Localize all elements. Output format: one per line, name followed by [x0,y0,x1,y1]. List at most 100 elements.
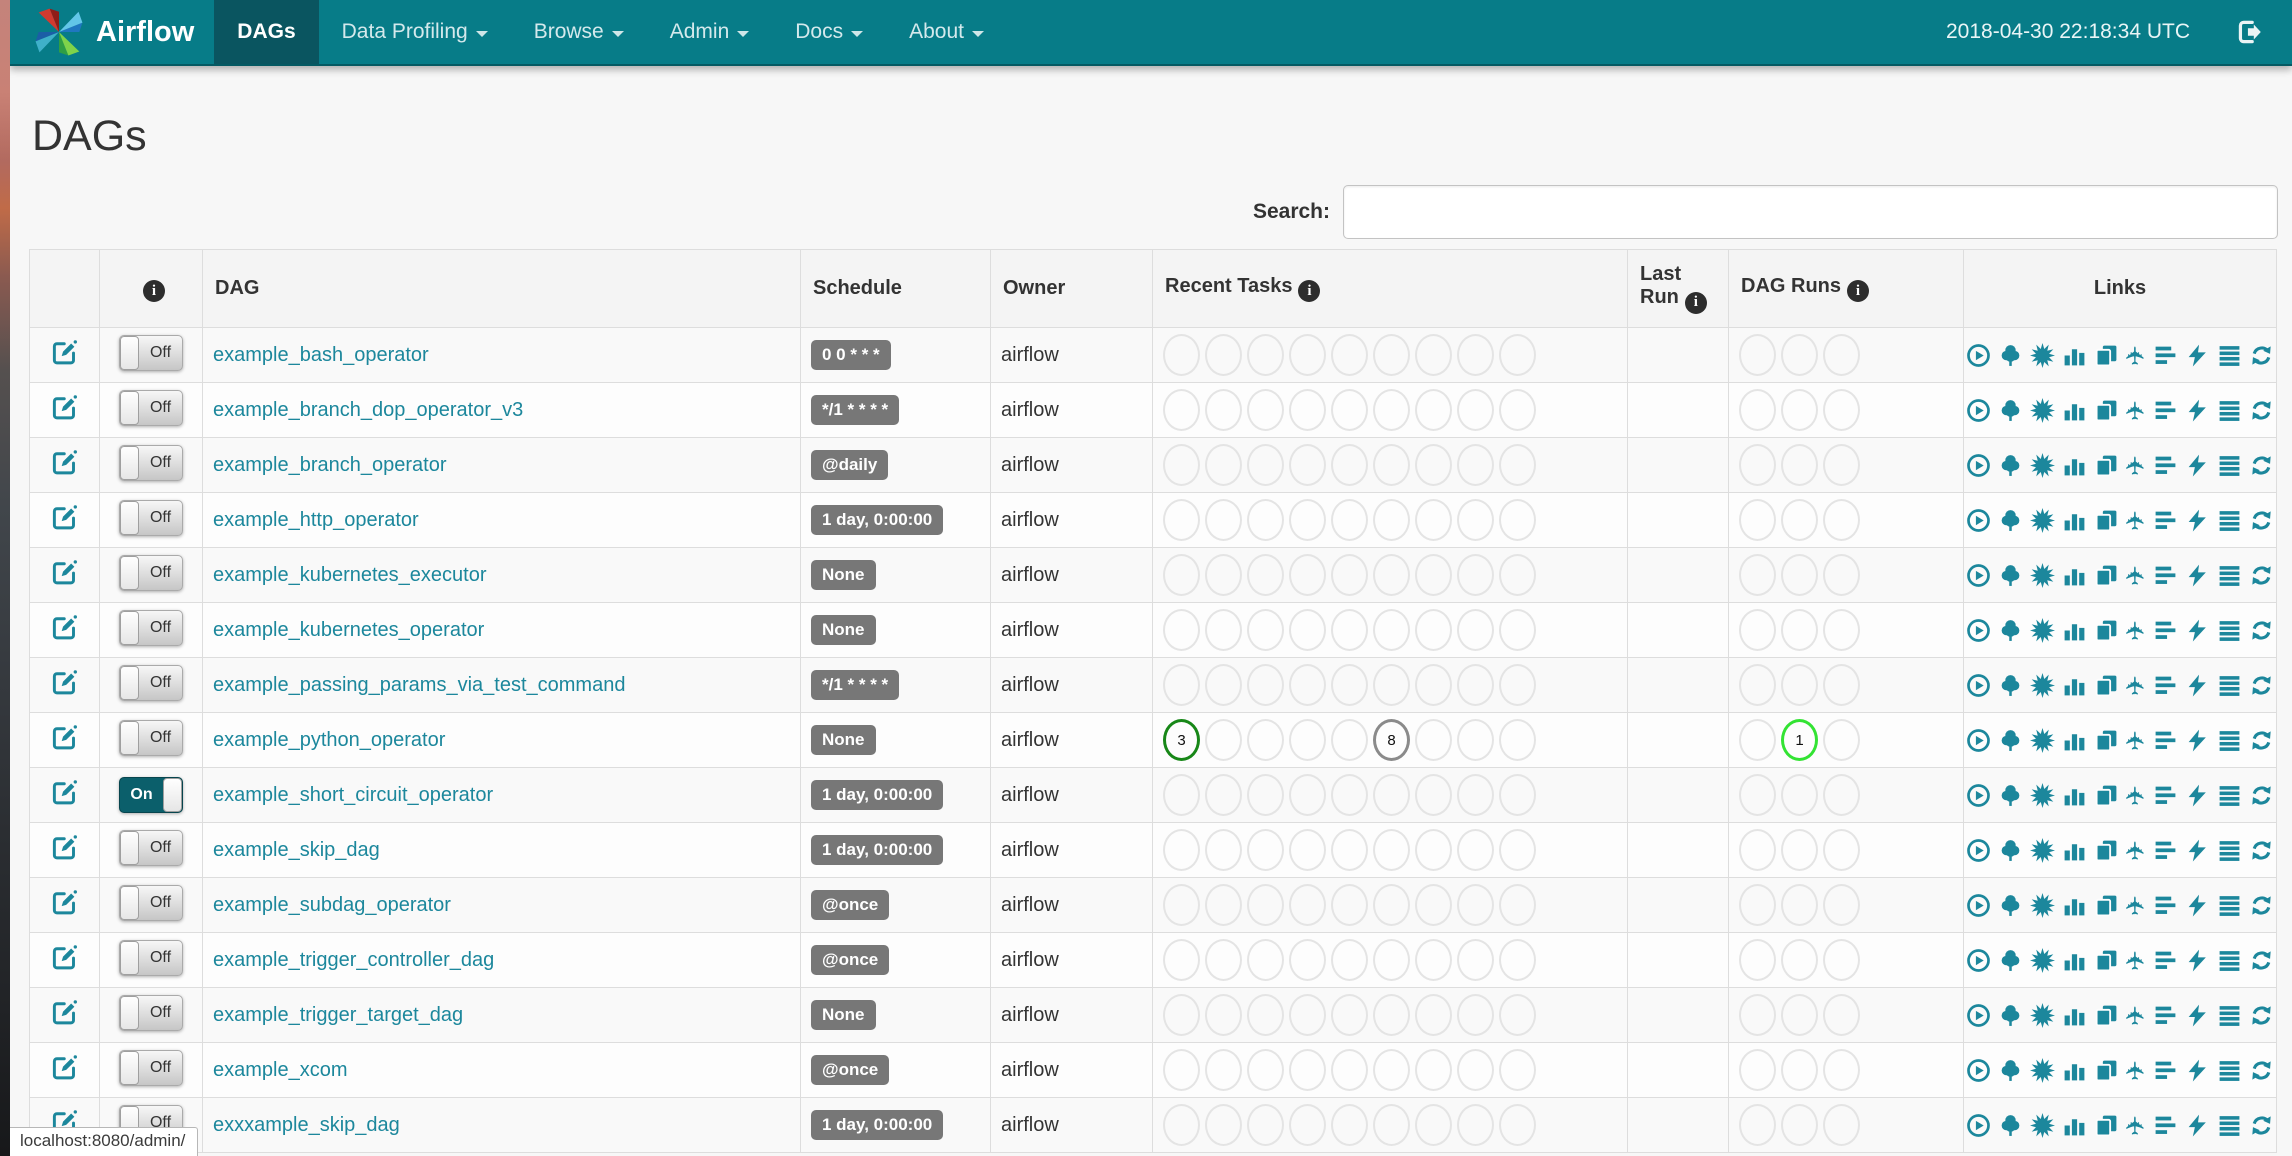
landing-times-icon[interactable]: ✈ [2122,895,2150,916]
logs-icon[interactable] [2217,673,2242,698]
dag-pause-toggle[interactable]: Off [119,389,183,426]
tree-view-icon[interactable] [1998,838,2023,863]
task-duration-icon[interactable] [2062,1113,2087,1138]
landing-times-icon[interactable]: ✈ [2122,1005,2150,1026]
trigger-dag-icon[interactable] [1966,1003,1991,1028]
task-tries-icon[interactable] [2094,1113,2119,1138]
edit-dag-icon[interactable] [51,504,78,531]
code-icon[interactable] [2185,783,2210,808]
task-duration-icon[interactable] [2062,453,2087,478]
trigger-dag-icon[interactable] [1966,893,1991,918]
gantt-icon[interactable] [2153,948,2178,973]
dag-pause-toggle[interactable]: Off [119,829,183,866]
dag-link[interactable]: example_branch_operator [213,454,447,476]
tree-view-icon[interactable] [1998,948,2023,973]
task-duration-icon[interactable] [2062,1003,2087,1028]
task-tries-icon[interactable] [2094,343,2119,368]
code-icon[interactable] [2185,508,2210,533]
dag-link[interactable]: example_python_operator [213,729,445,751]
nav-item-dags[interactable]: DAGs [214,0,319,64]
refresh-icon[interactable] [2249,893,2274,918]
nav-item-admin[interactable]: Admin [647,0,773,64]
landing-times-icon[interactable]: ✈ [2122,950,2150,971]
info-icon[interactable] [143,280,165,303]
task-duration-icon[interactable] [2062,508,2087,533]
search-input[interactable] [1343,185,2278,239]
edit-dag-icon[interactable] [51,394,78,421]
logs-icon[interactable] [2217,728,2242,753]
trigger-dag-icon[interactable] [1966,783,1991,808]
trigger-dag-icon[interactable] [1966,508,1991,533]
task-tries-icon[interactable] [2094,673,2119,698]
logs-icon[interactable] [2217,508,2242,533]
logs-icon[interactable] [2217,1003,2242,1028]
tree-view-icon[interactable] [1998,453,2023,478]
trigger-dag-icon[interactable] [1966,948,1991,973]
code-icon[interactable] [2185,1113,2210,1138]
task-duration-icon[interactable] [2062,948,2087,973]
task-duration-icon[interactable] [2062,728,2087,753]
edit-dag-icon[interactable] [51,614,78,641]
dag-pause-toggle[interactable]: Off [119,994,183,1031]
edit-dag-icon[interactable] [51,1054,78,1081]
landing-times-icon[interactable]: ✈ [2122,620,2150,641]
trigger-dag-icon[interactable] [1966,728,1991,753]
task-duration-icon[interactable] [2062,893,2087,918]
edit-dag-icon[interactable] [51,669,78,696]
gantt-icon[interactable] [2153,838,2178,863]
logs-icon[interactable] [2217,453,2242,478]
task-state-circle[interactable]: 3 [1163,719,1200,761]
task-duration-icon[interactable] [2062,618,2087,643]
trigger-dag-icon[interactable] [1966,838,1991,863]
code-icon[interactable] [2185,618,2210,643]
code-icon[interactable] [2185,728,2210,753]
tree-view-icon[interactable] [1998,563,2023,588]
refresh-icon[interactable] [2249,783,2274,808]
graph-view-icon[interactable] [2029,782,2055,808]
refresh-icon[interactable] [2249,563,2274,588]
refresh-icon[interactable] [2249,398,2274,423]
trigger-dag-icon[interactable] [1966,563,1991,588]
refresh-icon[interactable] [2249,1003,2274,1028]
dag-link[interactable]: example_kubernetes_executor [213,564,487,586]
tree-view-icon[interactable] [1998,1113,2023,1138]
dag-link[interactable]: example_trigger_controller_dag [213,949,494,971]
gantt-icon[interactable] [2153,1003,2178,1028]
gantt-icon[interactable] [2153,563,2178,588]
task-tries-icon[interactable] [2094,398,2119,423]
dag-link[interactable]: example_xcom [213,1059,348,1081]
gantt-icon[interactable] [2153,508,2178,533]
logs-icon[interactable] [2217,343,2242,368]
refresh-icon[interactable] [2249,728,2274,753]
refresh-icon[interactable] [2249,508,2274,533]
landing-times-icon[interactable]: ✈ [2122,565,2150,586]
task-tries-icon[interactable] [2094,948,2119,973]
edit-dag-icon[interactable] [51,834,78,861]
nav-item-data-profiling[interactable]: Data Profiling [319,0,511,64]
graph-view-icon[interactable] [2029,1002,2055,1028]
gantt-icon[interactable] [2153,728,2178,753]
dag-link[interactable]: example_trigger_target_dag [213,1004,463,1026]
code-icon[interactable] [2185,453,2210,478]
dag-link[interactable]: example_http_operator [213,509,419,531]
tree-view-icon[interactable] [1998,508,2023,533]
code-icon[interactable] [2185,343,2210,368]
dag-pause-toggle[interactable]: Off [119,664,183,701]
logs-icon[interactable] [2217,618,2242,643]
gantt-icon[interactable] [2153,1113,2178,1138]
refresh-icon[interactable] [2249,673,2274,698]
logs-icon[interactable] [2217,893,2242,918]
landing-times-icon[interactable]: ✈ [2122,455,2150,476]
task-tries-icon[interactable] [2094,728,2119,753]
landing-times-icon[interactable]: ✈ [2122,1115,2150,1136]
dag-link[interactable]: example_branch_dop_operator_v3 [213,399,523,421]
refresh-icon[interactable] [2249,453,2274,478]
graph-view-icon[interactable] [2029,1112,2055,1138]
trigger-dag-icon[interactable] [1966,1113,1991,1138]
tree-view-icon[interactable] [1998,673,2023,698]
logs-icon[interactable] [2217,1113,2242,1138]
landing-times-icon[interactable]: ✈ [2122,675,2150,696]
graph-view-icon[interactable] [2029,672,2055,698]
dag-link[interactable]: example_passing_params_via_test_command [213,674,625,696]
task-duration-icon[interactable] [2062,563,2087,588]
